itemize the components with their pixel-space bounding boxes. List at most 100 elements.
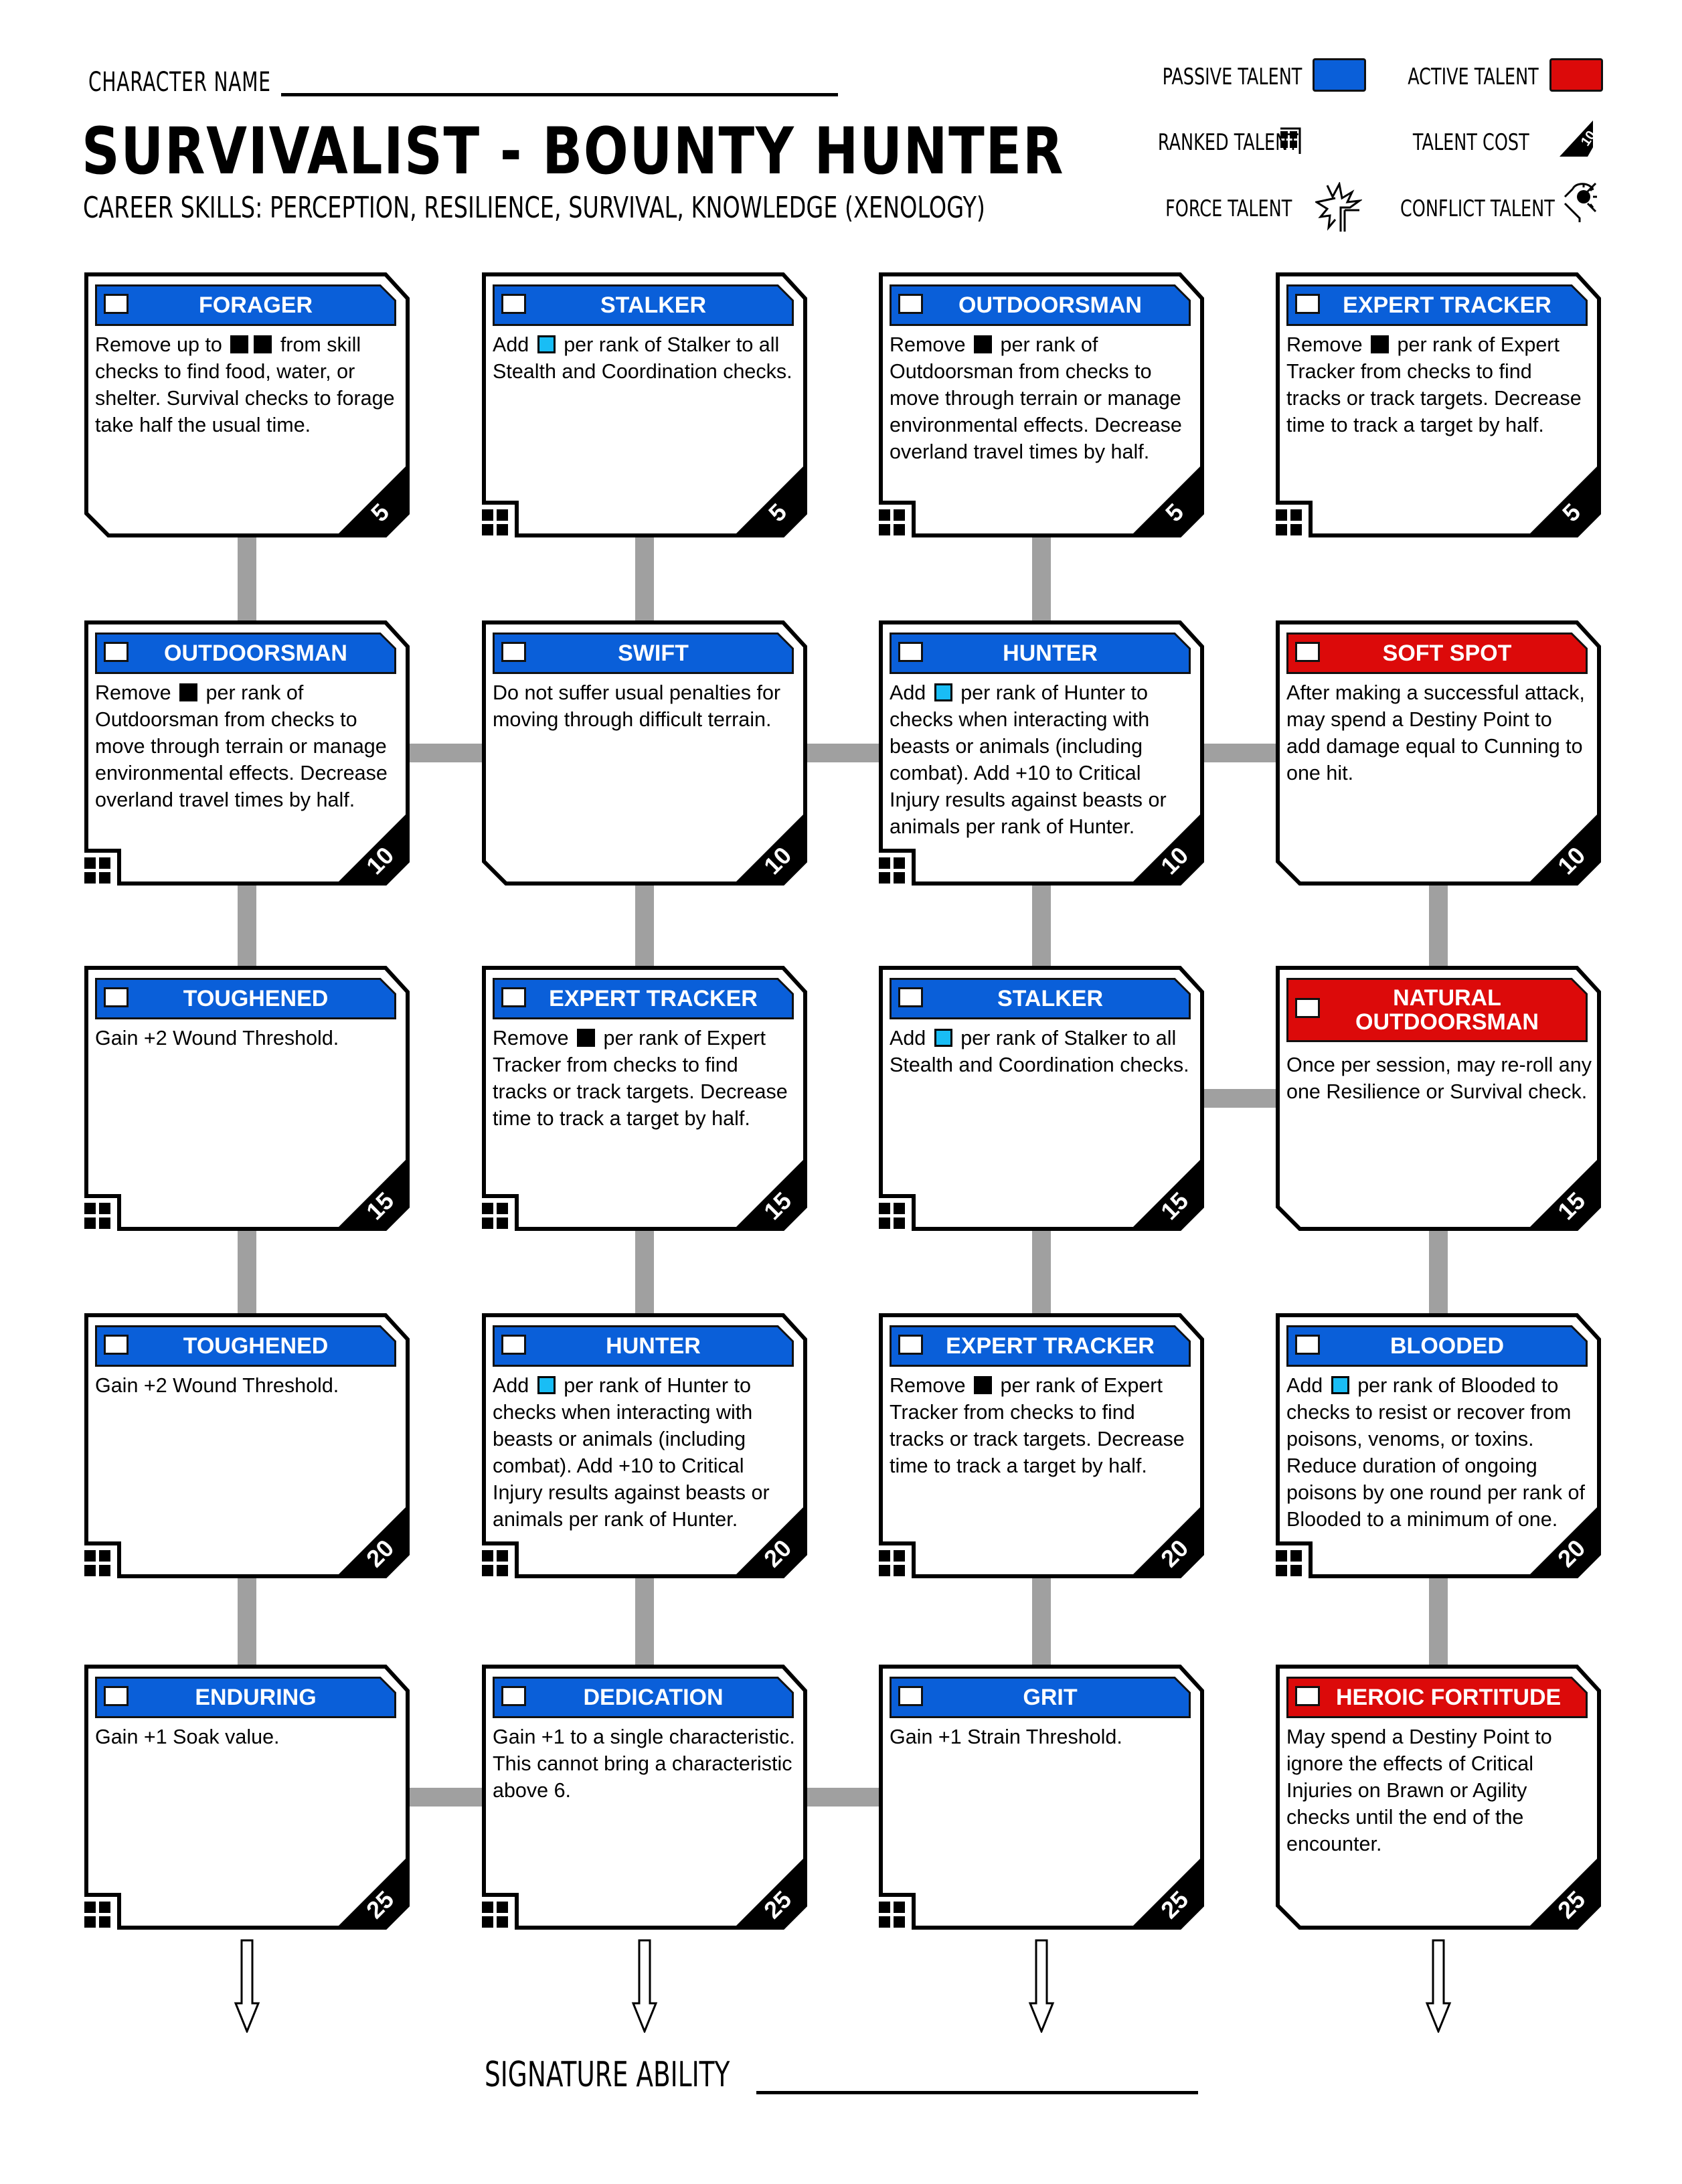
talent-header: FORAGER: [95, 284, 396, 326]
setback-die-icon: [179, 683, 198, 701]
talent-purchased-checkbox[interactable]: [898, 987, 923, 1007]
talent-purchased-checkbox[interactable]: [1295, 294, 1320, 314]
talent-description: Gain +2 Wound Threshold.: [95, 1372, 400, 1399]
down-arrow-icon: [631, 1939, 658, 2033]
talent-header: TOUGHENED: [95, 1325, 396, 1367]
talent-card[interactable]: TOUGHENED Gain +2 Wound Threshold. 15: [84, 966, 410, 1231]
talent-card[interactable]: HUNTER Add per rank of Hunter to checks w…: [482, 1313, 807, 1578]
talent-header: EXPERT TRACKER: [493, 978, 794, 1019]
talent-name: SOFT SPOT: [1382, 641, 1512, 666]
description-text: Add: [890, 1027, 932, 1049]
talent-purchased-checkbox[interactable]: [1295, 998, 1320, 1018]
talent-name: DEDICATION: [583, 1685, 724, 1710]
talent-purchased-checkbox[interactable]: [104, 642, 129, 662]
talent-description: Gain +2 Wound Threshold.: [95, 1025, 400, 1052]
talent-description: Once per session, may re-roll any one Re…: [1286, 1052, 1592, 1105]
talent-card[interactable]: EXPERT TRACKER Remove per rank of Expert …: [879, 1313, 1204, 1578]
talent-header: DEDICATION: [493, 1677, 794, 1718]
connector-vertical: [1429, 1576, 1448, 1667]
talent-purchased-checkbox[interactable]: [501, 642, 526, 662]
talent-purchased-checkbox[interactable]: [1295, 1335, 1320, 1355]
talent-purchased-checkbox[interactable]: [501, 1335, 526, 1355]
talent-description: Gain +1 to a single characteristic. This…: [493, 1724, 798, 1804]
ranked-talent-icon: [84, 857, 110, 884]
talent-card[interactable]: EXPERT TRACKER Remove per rank of Expert …: [1276, 272, 1601, 537]
setback-die-icon: [230, 335, 249, 353]
talent-card[interactable]: STALKER Add per rank of Stalker to all St…: [879, 966, 1204, 1231]
ranked-talent-icon: [482, 1203, 508, 1229]
talent-name: TOUGHENED: [183, 1333, 329, 1359]
talent-purchased-checkbox[interactable]: [104, 294, 129, 314]
description-text: Remove: [890, 1374, 972, 1397]
talent-header: GRIT: [890, 1677, 1191, 1718]
talent-purchased-checkbox[interactable]: [1295, 642, 1320, 662]
talent-header: EXPERT TRACKER: [1286, 284, 1588, 326]
ranked-talent-icon: [1276, 1550, 1302, 1576]
talent-card[interactable]: FORAGER Remove up to from skill checks to…: [84, 272, 410, 537]
talent-name: HUNTER: [606, 1333, 701, 1359]
connector-vertical: [635, 1228, 654, 1316]
talent-description: Remove per rank of Expert Tracker from c…: [1286, 331, 1592, 438]
ranked-talent-icon: [879, 1203, 905, 1229]
talent-card[interactable]: NATURAL OUTDOORSMAN Once per session, may…: [1276, 966, 1601, 1231]
talent-description: Remove per rank of Outdoorsman from chec…: [890, 331, 1195, 465]
talent-card[interactable]: SOFT SPOT After making a successful attac…: [1276, 620, 1601, 886]
talent-card[interactable]: HUNTER Add per rank of Hunter to checks w…: [879, 620, 1204, 886]
description-text: Once per session, may re-roll any one Re…: [1286, 1054, 1592, 1103]
talent-purchased-checkbox[interactable]: [104, 1335, 129, 1355]
ranked-talent-icon: [482, 1550, 508, 1576]
talent-purchased-checkbox[interactable]: [898, 1686, 923, 1706]
talent-purchased-checkbox[interactable]: [898, 294, 923, 314]
talent-name: EXPERT TRACKER: [1343, 292, 1551, 318]
talent-card[interactable]: DEDICATION Gain +1 to a single characteri…: [482, 1665, 807, 1930]
ranked-talent-icon: [879, 1550, 905, 1576]
talent-purchased-checkbox[interactable]: [104, 1686, 129, 1706]
talent-name: TOUGHENED: [183, 986, 329, 1011]
talent-purchased-checkbox[interactable]: [898, 1335, 923, 1355]
connector-vertical: [1429, 883, 1448, 969]
talent-purchased-checkbox[interactable]: [1295, 1686, 1320, 1706]
talent-header: TOUGHENED: [95, 978, 396, 1019]
talent-card[interactable]: BLOODED Add per rank of Blooded to checks…: [1276, 1313, 1601, 1578]
talent-purchased-checkbox[interactable]: [501, 987, 526, 1007]
talent-card[interactable]: OUTDOORSMAN Remove per rank of Outdoorsma…: [879, 272, 1204, 537]
talent-description: Remove per rank of Expert Tracker from c…: [493, 1025, 798, 1132]
down-arrow-icon: [234, 1939, 260, 2033]
description-text: Add: [1286, 1374, 1329, 1397]
connector-vertical: [1032, 1576, 1051, 1667]
talent-card[interactable]: TOUGHENED Gain +2 Wound Threshold. 20: [84, 1313, 410, 1578]
talent-card[interactable]: HEROIC FORTITUDE May spend a Destiny Poin…: [1276, 1665, 1601, 1930]
talent-description: Add per rank of Hunter to checks when in…: [890, 679, 1195, 840]
connector-vertical: [635, 1576, 654, 1667]
talent-purchased-checkbox[interactable]: [501, 294, 526, 314]
talent-name: EXPERT TRACKER: [549, 986, 758, 1011]
talent-header: OUTDOORSMAN: [890, 284, 1191, 326]
legend-active-swatch: [1549, 58, 1603, 92]
description-text: Add: [890, 681, 932, 704]
talent-description: After making a successful attack, may sp…: [1286, 679, 1592, 786]
talent-header: BLOODED: [1286, 1325, 1588, 1367]
talent-cost-icon: 10: [1560, 120, 1593, 157]
connector-vertical: [635, 883, 654, 969]
talent-card[interactable]: SWIFT Do not suffer usual penalties for m…: [482, 620, 807, 886]
description-text: Gain +2 Wound Threshold.: [95, 1374, 339, 1397]
talent-card[interactable]: STALKER Add per rank of Stalker to all St…: [482, 272, 807, 537]
talent-card[interactable]: OUTDOORSMAN Remove per rank of Outdoorsma…: [84, 620, 410, 886]
ranked-talent-icon: [84, 1550, 110, 1576]
talent-purchased-checkbox[interactable]: [898, 642, 923, 662]
talent-card[interactable]: EXPERT TRACKER Remove per rank of Expert …: [482, 966, 807, 1231]
talent-header: HUNTER: [493, 1325, 794, 1367]
talent-purchased-checkbox[interactable]: [501, 1686, 526, 1706]
talent-name: HUNTER: [1003, 641, 1098, 666]
character-name-field[interactable]: [281, 93, 838, 96]
talent-name: STALKER: [997, 986, 1104, 1011]
connector-vertical: [1032, 883, 1051, 969]
talent-description: Gain +1 Soak value.: [95, 1724, 400, 1750]
boost-die-icon: [537, 335, 556, 353]
signature-ability-label: SIGNATURE ABILITY: [485, 2055, 730, 2095]
description-text: per rank of Hunter to checks when intera…: [493, 1374, 770, 1531]
signature-ability-field[interactable]: [756, 2091, 1198, 2094]
talent-card[interactable]: GRIT Gain +1 Strain Threshold. 25: [879, 1665, 1204, 1930]
talent-purchased-checkbox[interactable]: [104, 987, 129, 1007]
talent-card[interactable]: ENDURING Gain +1 Soak value. 25: [84, 1665, 410, 1930]
